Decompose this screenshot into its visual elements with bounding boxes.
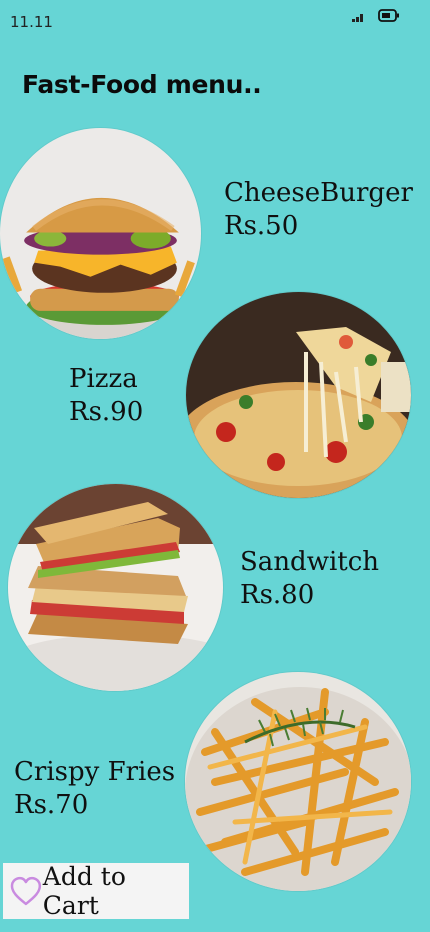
menu-item-cheeseburger[interactable]: CheeseBurger Rs.50	[224, 177, 413, 243]
menu-item-sandwich[interactable]: Sandwitch Rs.80	[240, 546, 379, 612]
add-to-cart-label: Add to Cart	[42, 862, 126, 920]
fries-image[interactable]	[185, 672, 411, 891]
sandwich-image[interactable]	[8, 484, 223, 691]
item-name: Sandwitch	[240, 547, 380, 577]
status-bar: 11.11	[0, 0, 430, 40]
item-price: Rs.70	[14, 790, 89, 820]
menu-item-pizza[interactable]: Pizza Rs.90	[69, 363, 143, 429]
item-price: Rs.50	[224, 211, 299, 241]
item-name: Pizza	[69, 364, 138, 394]
signal-icon	[352, 14, 363, 22]
battery-icon	[378, 9, 399, 22]
menu-item-fries[interactable]: Crispy Fries Rs.70	[14, 756, 175, 822]
item-price: Rs.90	[69, 397, 144, 427]
item-price: Rs.80	[240, 580, 315, 610]
status-time: 11.11	[10, 13, 53, 31]
item-name: CheeseBurger	[224, 178, 413, 208]
pizza-image[interactable]	[186, 292, 411, 498]
page-title: Fast-Food menu..	[22, 70, 262, 99]
add-to-cart-button[interactable]: Add to Cart	[3, 862, 189, 920]
item-name: Crispy Fries	[14, 757, 176, 787]
cheeseburger-image[interactable]	[0, 128, 201, 339]
heart-outline-icon	[10, 876, 42, 906]
